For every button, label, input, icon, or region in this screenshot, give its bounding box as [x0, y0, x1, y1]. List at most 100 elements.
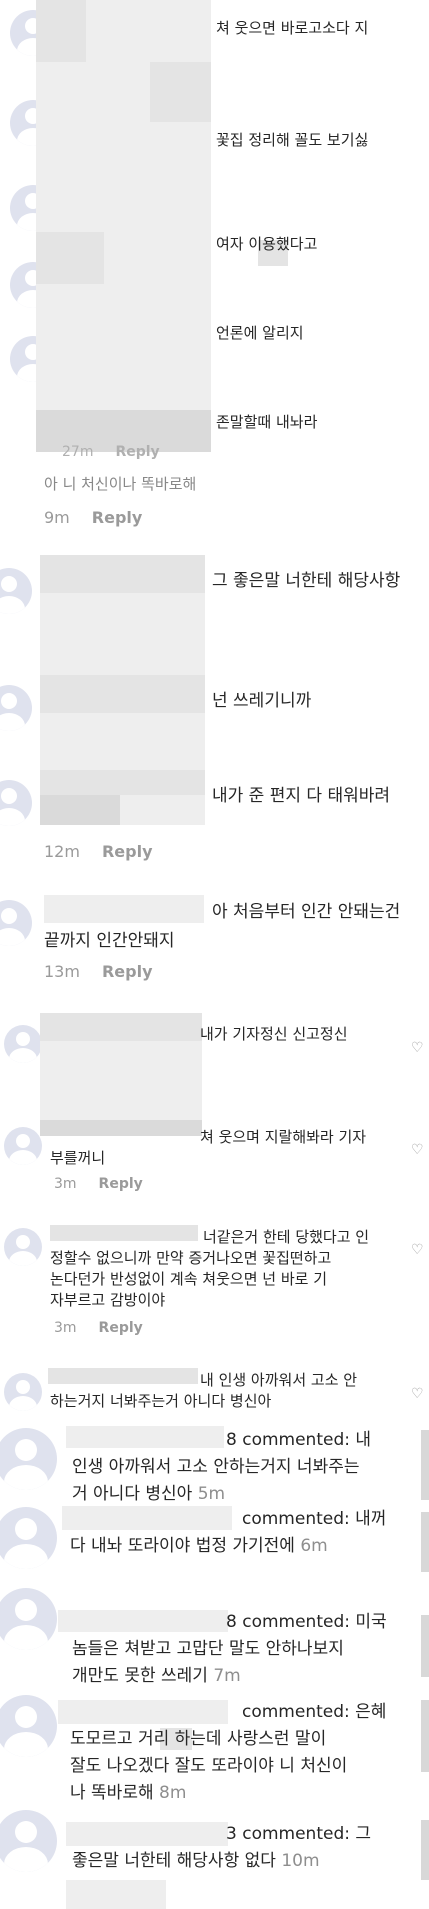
censor-blur: [36, 0, 86, 62]
avatar[interactable]: [0, 1588, 57, 1650]
censor-blur: [66, 1822, 228, 1846]
comment-text: 부를꺼니: [50, 1149, 106, 1167]
comment-time: 13m: [44, 962, 80, 981]
censor-blur: [66, 1426, 224, 1448]
notification-text[interactable]: 좋은말 너한테 해당사항 없다 10m: [72, 1849, 412, 1873]
censor-blur: [48, 1368, 198, 1384]
reply-button[interactable]: Reply: [99, 1176, 143, 1192]
notification-text[interactable]: 도모르고 거리 하는데 사랑스런 말이: [70, 1727, 420, 1751]
notification-text[interactable]: 8 commented: 미국: [226, 1610, 426, 1634]
post-thumbnail[interactable]: [421, 1512, 429, 1572]
comment-text: 너같은거 한테 당했다고 인: [203, 1228, 370, 1246]
post-thumbnail[interactable]: [421, 1700, 429, 1772]
notification-time: 6m: [300, 1536, 328, 1556]
notification-line: commented: 내꺼: [242, 1509, 387, 1529]
comment-text: 넌 쓰레기니까: [212, 691, 312, 711]
comment-text: 그 좋은말 너한테 해당사항: [212, 571, 401, 591]
reply-button[interactable]: Reply: [102, 962, 153, 981]
comment-text: 끝까지 인간안돼지: [44, 931, 175, 951]
comment-meta: 13m Reply: [44, 962, 153, 981]
comment-text: 꽃집 정리해 꼴도 보기싫: [216, 131, 369, 149]
comment-text: 내 인생 아까워서 고소 안: [200, 1371, 358, 1389]
comment-text: 아 처음부터 인간 안돼는건: [212, 902, 401, 922]
notification-line: 인생 아까워서 고소 안하는거지 너봐주는: [72, 1457, 360, 1477]
avatar[interactable]: [0, 900, 32, 946]
comment-time: 9m: [44, 508, 70, 527]
comment-text: 하는거지 너봐주는거 아니다 병신아: [50, 1392, 272, 1410]
notification-line: 잘도 나오겠다 잘도 또라이야 니 처신이: [70, 1756, 348, 1776]
notification-text[interactable]: 인생 아까워서 고소 안하는거지 너봐주는: [72, 1455, 412, 1479]
avatar[interactable]: [4, 1025, 42, 1063]
censor-blur: [40, 555, 205, 593]
censor-blur: [150, 62, 211, 122]
notification-text[interactable]: commented: 내꺼: [242, 1507, 422, 1531]
avatar[interactable]: [0, 568, 32, 614]
post-thumbnail[interactable]: [421, 1615, 429, 1677]
notification-line: 3 commented: 그: [226, 1824, 372, 1844]
notification-line: 좋은말 너한테 해당사항 없다: [72, 1851, 276, 1871]
reply-button[interactable]: Reply: [102, 842, 153, 861]
notification-text[interactable]: 8 commented: 내: [226, 1428, 426, 1452]
notification-text[interactable]: 다 내놔 또라이야 법정 가기전에 6m: [70, 1534, 410, 1558]
comment-text: 쳐 웃으며 지랄해봐라 기자: [200, 1128, 367, 1146]
notification-text[interactable]: 놈들은 쳐받고 고맙단 말도 안하나보지: [72, 1637, 412, 1661]
avatar[interactable]: [0, 1810, 57, 1872]
post-thumbnail[interactable]: [421, 1430, 429, 1500]
reply-button[interactable]: Reply: [115, 444, 159, 460]
censor-blur: [40, 795, 120, 825]
comment-text: 논다던가 반성없이 계속 쳐웃으면 넌 바로 기: [50, 1270, 328, 1288]
notification-text[interactable]: 3 commented: 그: [226, 1822, 426, 1846]
heart-icon[interactable]: ♡: [411, 1243, 425, 1257]
notification-line: 거 아니다 병신아: [72, 1484, 193, 1504]
heart-icon[interactable]: ♡: [411, 1041, 425, 1055]
post-thumbnail[interactable]: [421, 1820, 429, 1880]
notification-text[interactable]: 잘도 나오겠다 잘도 또라이야 니 처신이: [70, 1754, 420, 1778]
censor-blur: [58, 1610, 228, 1632]
notification-text[interactable]: commented: 은혜: [242, 1700, 422, 1724]
comment-text: 쳐 웃으면 바로고소다 지: [216, 19, 369, 37]
comment-time: 3m: [54, 1176, 77, 1192]
comment-meta: 9m Reply: [44, 508, 142, 527]
avatar[interactable]: [4, 1228, 42, 1266]
censor-blur: [40, 1013, 202, 1041]
heart-icon[interactable]: ♡: [411, 1387, 425, 1401]
comment-text: 내가 준 편지 다 태워바려: [212, 786, 391, 806]
comment-meta: 12m Reply: [44, 842, 153, 861]
notification-line: 도모르고 거리 하는데 사랑스런 말이: [70, 1729, 327, 1749]
notification-time: 8m: [159, 1783, 187, 1803]
comment-meta: 3m Reply: [54, 1320, 143, 1336]
notification-text[interactable]: 거 아니다 병신아 5m: [72, 1482, 412, 1506]
notification-time: 5m: [197, 1484, 226, 1504]
censor-blur: [40, 1120, 202, 1136]
comment-meta: 27m Reply: [62, 444, 160, 460]
avatar[interactable]: [0, 1695, 57, 1757]
avatar[interactable]: [0, 1507, 57, 1569]
avatar[interactable]: [4, 1127, 42, 1165]
comment-text: 정할수 없으니까 만약 증거나오면 꽃집떤하고: [50, 1249, 332, 1267]
notification-text[interactable]: 개만도 못한 쓰레기 7m: [72, 1664, 412, 1688]
comment-text: 존말할때 내놔라: [216, 413, 318, 431]
avatar[interactable]: [0, 1428, 57, 1490]
comment-text: 아 니 처신이나 똑바로해: [44, 475, 197, 493]
notification-line: 나 똑바로해: [70, 1783, 154, 1803]
reply-button[interactable]: Reply: [99, 1320, 143, 1336]
notification-line: 놈들은 쳐받고 고맙단 말도 안하나보지: [72, 1639, 344, 1659]
avatar[interactable]: [4, 1373, 42, 1411]
censor-blur: [40, 770, 205, 795]
censor-blur: [58, 1700, 228, 1724]
comment-text: 여자 이용했다고: [216, 235, 318, 253]
comment-time: 3m: [54, 1320, 77, 1336]
avatar[interactable]: [0, 685, 32, 731]
comment-time: 27m: [62, 444, 94, 460]
notification-line: 8 commented: 미국: [226, 1612, 387, 1632]
notification-line: 다 내놔 또라이야 법정 가기전에: [70, 1536, 295, 1556]
heart-icon[interactable]: ♡: [411, 1143, 425, 1157]
notification-line: 개만도 못한 쓰레기: [72, 1666, 208, 1686]
censor-blur: [36, 232, 104, 284]
notification-text[interactable]: 나 똑바로해 8m: [70, 1781, 420, 1805]
comment-time: 12m: [44, 842, 80, 861]
comment-text: 언론에 알리지: [216, 324, 304, 342]
notification-time: 7m: [213, 1666, 241, 1686]
avatar[interactable]: [0, 780, 32, 826]
reply-button[interactable]: Reply: [92, 508, 143, 527]
